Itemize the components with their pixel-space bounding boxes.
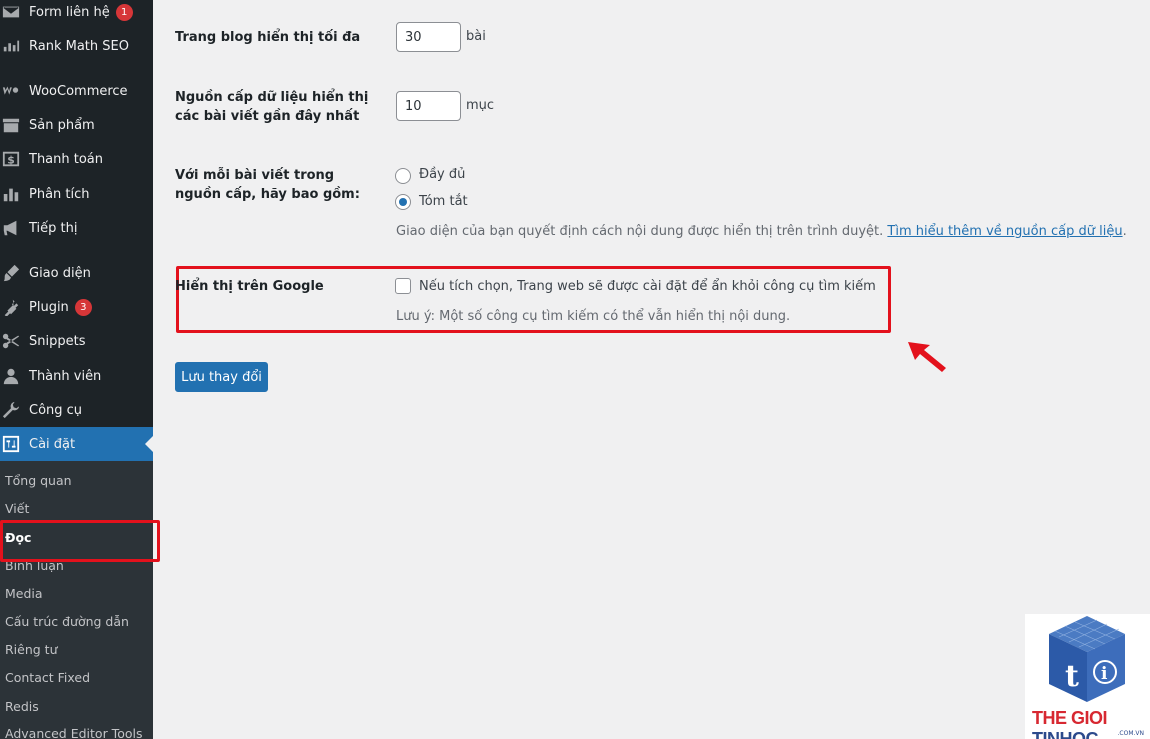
learn-more-feeds-link[interactable]: Tìm hiểu thêm về nguồn cấp dữ liệu [887, 224, 1122, 239]
feed-items-input[interactable] [396, 91, 461, 121]
menu-item-snippets[interactable]: Snippets [0, 326, 153, 356]
hide-from-search-checkbox[interactable] [395, 278, 411, 294]
submenu-item-redis[interactable]: Redis [5, 699, 39, 714]
menu-item-rank-math[interactable]: Rank Math SEO [0, 31, 153, 61]
radio-summary-label: Tóm tắt [419, 194, 468, 209]
settings-icon [1, 434, 21, 454]
save-changes-button[interactable]: Lưu thay đổi [175, 362, 268, 392]
archive-icon [1, 115, 21, 135]
submenu-item-tong-quan[interactable]: Tổng quan [5, 473, 72, 488]
menu-item-tiep-thi[interactable]: Tiếp thị [0, 213, 153, 243]
search-visibility-note: Lưu ý: Một số công cụ tìm kiếm có thể vẫ… [396, 309, 791, 324]
submenu-item-advanced-editor-tools[interactable]: Advanced Editor Tools [5, 726, 142, 739]
menu-item-form-lien-he[interactable]: Form liên hệ 1 [0, 0, 153, 27]
blog-pages-input[interactable] [396, 22, 461, 52]
feed-description: Giao diện của bạn quyết định cách nội du… [396, 224, 1127, 239]
brush-icon [1, 263, 21, 283]
notification-badge: 3 [74, 298, 92, 316]
submenu-item-cau-truc-duong-dan[interactable]: Cấu trúc đường dẫn [5, 614, 129, 629]
radio-full-label: Đầy đủ [419, 167, 466, 182]
scissors-icon [1, 331, 21, 351]
radio-summary[interactable] [395, 194, 411, 210]
label-feed-content: Với mỗi bài viết trong nguồn cấp, hãy ba… [175, 168, 360, 202]
menu-item-phan-tich[interactable]: Phân tích [0, 179, 153, 209]
envelope-icon [1, 2, 21, 22]
submenu-item-media[interactable]: Media [5, 586, 43, 601]
submenu-item-rieng-tu[interactable]: Riêng tư [5, 642, 58, 657]
submenu-item-contact-fixed[interactable]: Contact Fixed [5, 670, 90, 685]
wrench-icon [1, 400, 21, 420]
plug-icon [1, 297, 21, 317]
menu-item-plugin[interactable]: Plugin 3 [0, 292, 153, 322]
woo-icon [1, 81, 21, 101]
menu-item-thanh-toan[interactable]: $ Thanh toán [0, 144, 153, 174]
red-arrow-annotation [908, 342, 946, 372]
feed-items-unit: mục [466, 98, 495, 113]
logo-domain: .COM.VN [1117, 730, 1145, 737]
highlight-box-doc [0, 520, 160, 562]
menu-item-san-pham[interactable]: Sản phẩm [0, 110, 153, 140]
cube-logo-icon: t i [1049, 616, 1125, 702]
submenu-item-viet[interactable]: Viết [5, 501, 29, 516]
hide-from-search-label: Nếu tích chọn, Trang web sẽ được cài đặt… [419, 279, 876, 294]
dollar-icon: $ [1, 149, 21, 169]
admin-sidebar: Form liên hệ 1 Rank Math SEO WooCommerce… [0, 0, 153, 739]
chart-icon [1, 36, 21, 56]
menu-item-cai-dat[interactable]: Cài đặt [0, 427, 153, 461]
watermark-logo: t i THE GIOI TINHOC .COM.VN [1025, 614, 1150, 739]
megaphone-icon [1, 218, 21, 238]
bar-chart-icon [1, 184, 21, 204]
user-icon [1, 366, 21, 386]
settings-submenu: Tổng quan Viết Đọc Bình luận Media Cấu t… [0, 461, 153, 739]
notification-badge: 1 [115, 3, 133, 21]
label-blog-pages: Trang blog hiển thị tối đa [175, 30, 361, 45]
label-feed-items: Nguồn cấp dữ liệu hiển thị các bài viết … [175, 90, 369, 124]
svg-text:$: $ [7, 154, 15, 167]
blog-pages-unit: bài [466, 29, 486, 44]
menu-item-woocommerce[interactable]: WooCommerce [0, 76, 153, 106]
svg-text:t: t [1065, 659, 1079, 694]
menu-item-cong-cu[interactable]: Công cụ [0, 395, 153, 425]
menu-item-giao-dien[interactable]: Giao diện [0, 258, 153, 288]
radio-full[interactable] [395, 168, 411, 184]
menu-item-thanh-vien[interactable]: Thành viên [0, 361, 153, 391]
svg-text:i: i [1101, 664, 1108, 684]
label-search-visibility: Hiển thị trên Google [175, 279, 324, 294]
